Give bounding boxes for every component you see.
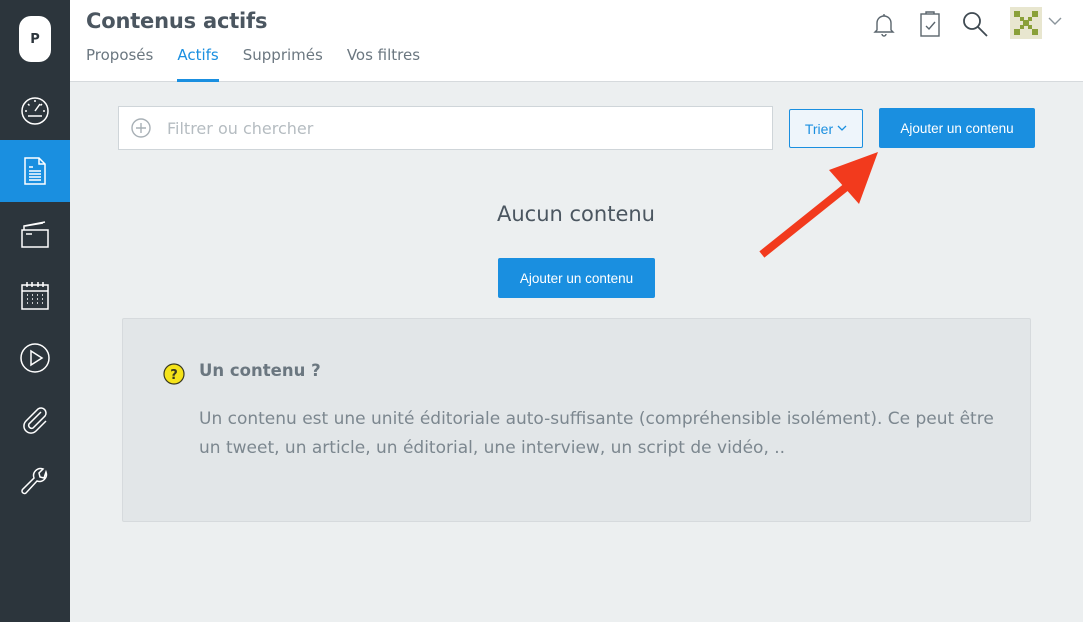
avatar-pattern-icon [1010, 7, 1042, 39]
sidebar-item-videos[interactable] [0, 327, 70, 389]
sidebar-item-attachments[interactable] [0, 389, 70, 451]
annotation-arrow-icon [759, 152, 878, 258]
search-input[interactable] [167, 107, 757, 149]
tab-bar: Proposés Actifs Supprimés Vos filtres [86, 46, 444, 82]
clipboard-check-icon[interactable] [916, 10, 944, 38]
add-content-button[interactable]: Ajouter un contenu [879, 108, 1035, 148]
tab-supprimes[interactable]: Supprimés [243, 46, 323, 82]
chevron-down-icon[interactable] [1048, 16, 1062, 26]
info-panel: ? Un contenu ? Un contenu est une unité … [122, 318, 1031, 522]
document-icon [24, 157, 46, 185]
add-content-button-empty[interactable]: Ajouter un contenu [498, 258, 655, 298]
add-filter-icon[interactable] [131, 118, 151, 138]
app-logo[interactable]: P [19, 16, 51, 62]
svg-text:?: ? [170, 368, 178, 383]
wrench-icon [21, 467, 48, 495]
search-box [118, 106, 773, 150]
chevron-down-icon [837, 125, 847, 131]
tab-actifs[interactable]: Actifs [177, 46, 219, 82]
attachment-icon [23, 407, 47, 434]
sidebar-item-tools[interactable] [0, 451, 70, 513]
dashboard-icon [21, 97, 49, 125]
avatar[interactable] [1010, 7, 1042, 39]
search-icon[interactable] [961, 10, 989, 38]
bell-icon[interactable] [870, 10, 898, 38]
info-title: Un contenu ? [199, 361, 321, 380]
tab-vos-filtres[interactable]: Vos filtres [347, 46, 420, 82]
calendar-icon [21, 282, 49, 310]
folder-icon [21, 221, 49, 248]
play-icon [20, 343, 50, 373]
help-icon: ? [163, 363, 185, 385]
empty-state-title: Aucun contenu [497, 202, 655, 226]
sidebar-item-dashboard[interactable] [0, 79, 70, 141]
sidebar-item-folders[interactable] [0, 203, 70, 265]
logo-letter: P [30, 31, 40, 47]
tab-proposes[interactable]: Proposés [86, 46, 153, 82]
page-title: Contenus actifs [86, 9, 268, 33]
sort-label: Trier [804, 120, 834, 137]
info-text: Un contenu est une unité éditoriale auto… [199, 409, 994, 458]
sidebar-item-contents[interactable] [0, 140, 70, 202]
sidebar: P [0, 0, 70, 622]
sidebar-item-calendar[interactable] [0, 265, 70, 327]
header: Contenus actifs Proposés Actifs Supprimé… [70, 0, 1083, 82]
